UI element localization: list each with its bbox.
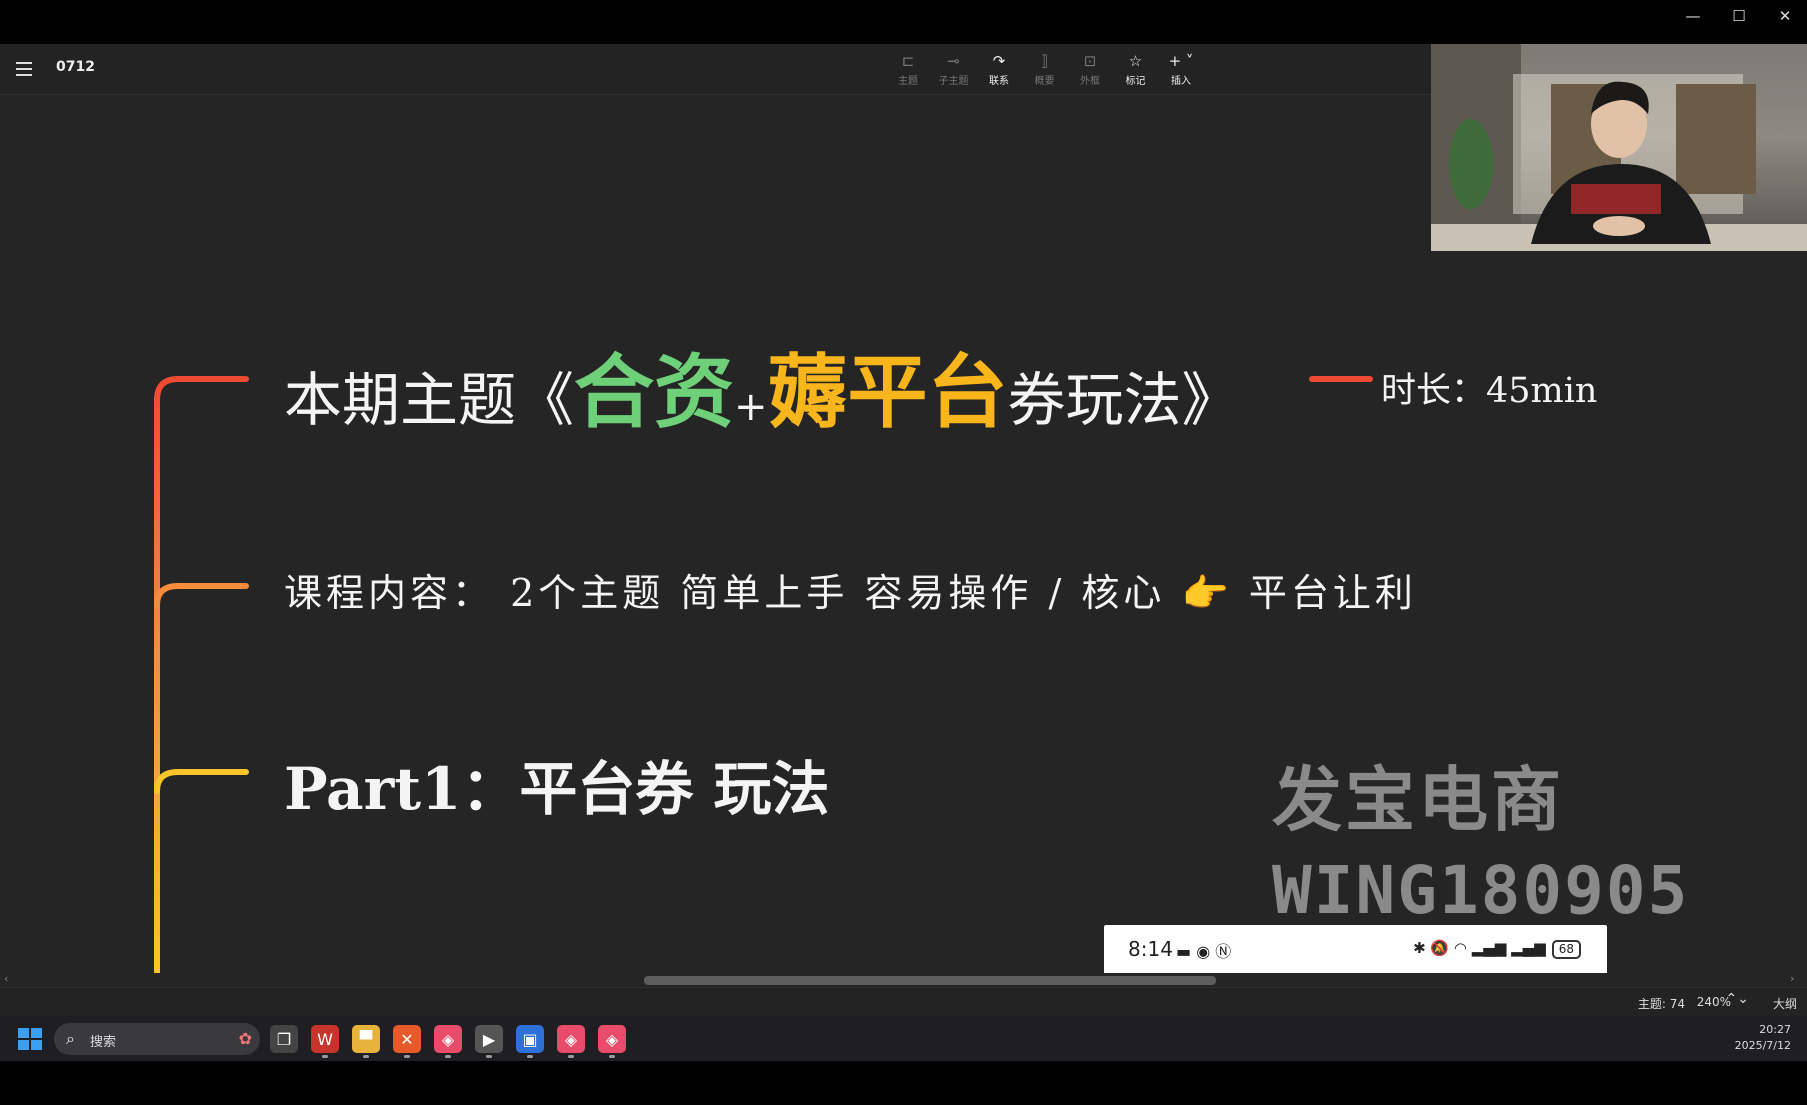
clock-time: 20:27 [1759, 1023, 1791, 1036]
signal-wifi-icon: ✱ 🔕 ◠ ▂▄▆ ▂▄▆ [1413, 939, 1546, 957]
windows-start-icon[interactable] [18, 1028, 42, 1050]
scroll-left-arrow-icon[interactable]: ‹ [4, 972, 8, 985]
running-indicator [445, 1055, 451, 1058]
battery-icon: 68 [1551, 940, 1581, 959]
taskbar-search[interactable]: ⌕ 搜索 ✿ [54, 1023, 260, 1055]
window-title-bar: — ☐ ✕ [0, 0, 1807, 44]
taskbar-app-media-player[interactable]: ▶ [475, 1025, 503, 1053]
running-indicator [404, 1055, 410, 1058]
bottom-letterbox [0, 1061, 1807, 1105]
clock-date: 2025/7/12 [1734, 1039, 1791, 1052]
close-button[interactable]: ✕ [1762, 0, 1807, 32]
status-bar: 主题: 74 240% ⌃⌄ 大纲 [0, 987, 1807, 1016]
outline-button[interactable]: 大纲 [1773, 995, 1797, 1012]
phone-time: 8:14 [1128, 937, 1173, 961]
title-green-text: 合资 [574, 346, 735, 439]
subtopic-icon: ⊸ [947, 52, 960, 70]
taskbar-app-screen-recorder[interactable]: ▣ [516, 1025, 544, 1053]
topic-count: 主题: 74 [1637, 997, 1685, 1011]
search-placeholder: 搜索 [90, 1035, 117, 1050]
taskbar-app-wps[interactable]: W [311, 1025, 339, 1053]
insert-plus-icon: + ˅ [1168, 52, 1194, 70]
watermark-brand: 发宝电商 [1272, 759, 1564, 841]
taskbar-app-xmind[interactable]: ✕ [393, 1025, 421, 1053]
windows-taskbar: ⌕ 搜索 ✿ ❐ W ▀ ✕ ◈ ▶ ▣ ◈ ◈ 20:27 2025/7/12 [0, 1016, 1807, 1061]
phone-status-icons: ✱ 🔕 ◠ ▂▄▆ ▂▄▆ 68 [1413, 939, 1581, 959]
maximize-button[interactable]: ☐ [1716, 0, 1762, 32]
running-indicator [527, 1055, 533, 1058]
branch-title [154, 376, 249, 973]
toolbar-summary-button[interactable]: ⟧ 概要 [1025, 52, 1065, 87]
toolbar-label: 联系 [989, 76, 1009, 87]
marker-star-icon: ☆ [1128, 52, 1143, 70]
title-plus: + [734, 384, 768, 430]
scroll-right-arrow-icon[interactable]: › [1790, 972, 1794, 985]
title-orange-text: 薅平台 [767, 346, 1008, 439]
running-indicator [322, 1055, 328, 1058]
system-clock[interactable]: 20:27 2025/7/12 [1735, 1022, 1791, 1054]
toolbar-label: 概要 [1034, 76, 1055, 87]
topic-icon: ⊏ [901, 52, 915, 70]
search-highlight-icon: ✿ [238, 1029, 252, 1048]
taskbar-app-file-explorer[interactable]: ▀ [352, 1025, 380, 1053]
toolbar-label: 插入 [1171, 76, 1191, 87]
search-icon: ⌕ [66, 1029, 75, 1048]
boundary-icon: ⊡ [1083, 52, 1097, 70]
toolbar-marker-star-button[interactable]: ☆ 标记 [1116, 52, 1156, 87]
toolbar-label: 标记 [1125, 76, 1146, 87]
taskbar-app-app-pink-3[interactable]: ◈ [598, 1025, 626, 1053]
phone-notification-icons: ▬ ◉ Ⓝ [1176, 942, 1232, 961]
hamburger-menu-icon[interactable] [16, 58, 38, 80]
title-prefix: 本期主题《 [284, 366, 575, 434]
running-indicator [568, 1055, 574, 1058]
topic-part1[interactable]: Part1：平台券 玩法 [284, 742, 830, 826]
zoom-stepper-icon[interactable]: ⌃⌄ [1726, 991, 1749, 1007]
topic-main-title[interactable]: 本期主题《合资+薅平台券玩法》 [284, 328, 1240, 444]
toolbar-insert-plus-button[interactable]: + ˅ 插入 [1161, 52, 1201, 87]
webcam-video [1431, 44, 1807, 251]
toolbar-topic-button[interactable]: ⊏ 主题 [888, 52, 928, 87]
toolbar-subtopic-button[interactable]: ⊸ 子主题 [934, 52, 974, 87]
toolbar-label: 外框 [1080, 76, 1100, 87]
summary-icon: ⟧ [1040, 52, 1049, 70]
watermark-id: WING180905 [1272, 852, 1690, 929]
taskbar-app-app-pink[interactable]: ◈ [434, 1025, 462, 1053]
running-indicator [609, 1055, 615, 1058]
scrollbar-thumb[interactable] [644, 976, 1216, 985]
toolbar-relationship-button[interactable]: ↷ 联系 [979, 52, 1019, 87]
topic-course-content[interactable]: 课程内容： 2个主题 简单上手 容易操作 / 核心 👉 平台让利 [284, 562, 1417, 617]
minimize-button[interactable]: — [1670, 0, 1716, 32]
toolbar-label: 主题 [898, 76, 918, 87]
topic-duration[interactable]: 时长：45min [1381, 362, 1597, 413]
running-indicator [486, 1055, 492, 1058]
phone-status-overlay: 8:14 ▬ ◉ Ⓝ ✱ 🔕 ◠ ▂▄▆ ▂▄▆ 68 [1104, 925, 1607, 975]
branch-part1 [154, 769, 249, 794]
title-suffix: 券玩法》 [1007, 366, 1240, 434]
taskbar-app-app-pink-2[interactable]: ◈ [557, 1025, 585, 1053]
toolbar-boundary-button[interactable]: ⊡ 外框 [1070, 52, 1110, 87]
branch-content [154, 583, 249, 608]
running-indicator [363, 1055, 369, 1058]
document-title: 0712 [56, 59, 95, 75]
taskbar-app-task-view[interactable]: ❐ [270, 1025, 298, 1053]
webcam-person-illustration [1431, 44, 1807, 251]
relationship-icon: ↷ [992, 52, 1006, 70]
toolbar-label: 子主题 [938, 76, 969, 87]
